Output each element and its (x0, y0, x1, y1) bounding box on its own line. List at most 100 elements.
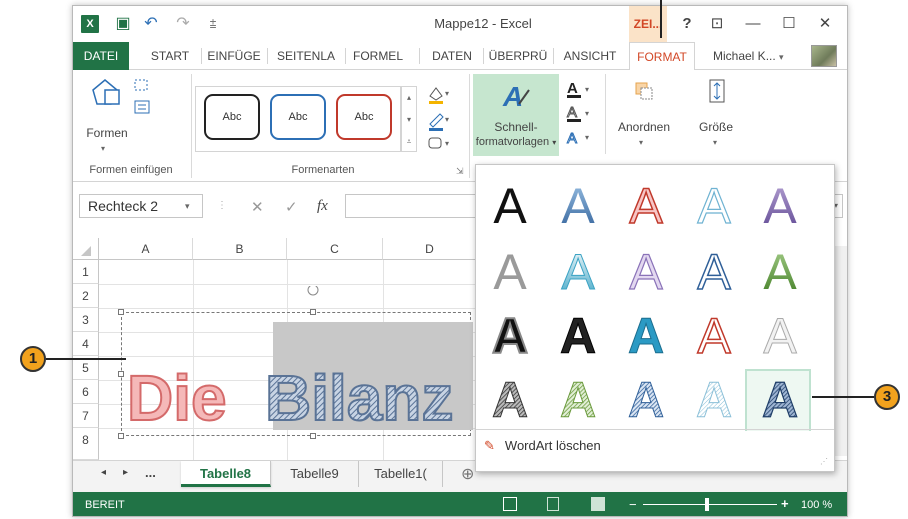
wordart-style-blue-pattern[interactable]: A (627, 372, 664, 429)
clear-wordart-button[interactable]: ✎ WordArt löschen (484, 433, 601, 459)
wordart-style-light-blue-outline[interactable]: A (697, 177, 732, 234)
enter-icon[interactable]: ✓ (285, 198, 298, 216)
maximize-button[interactable]: ☐ (775, 12, 803, 36)
wordart-style-teal-bold[interactable]: A (627, 308, 664, 365)
text-fill-icon[interactable]: A ▾ (565, 80, 595, 100)
text-box-icon[interactable] (133, 100, 151, 114)
wordart-style-teal-gradient[interactable]: A (561, 244, 596, 301)
column-header[interactable]: D (383, 238, 477, 260)
tab-format[interactable]: FORMAT (629, 42, 695, 71)
resize-handle[interactable] (310, 309, 316, 315)
tab-page-layout[interactable]: SEITENLA (269, 42, 343, 70)
redo-icon[interactable]: ↷ (173, 14, 193, 34)
sheet-tab[interactable]: Tabelle9 (271, 461, 359, 487)
row-header[interactable]: 7 (73, 404, 99, 428)
chevron-down-icon[interactable]: ▾ (101, 144, 105, 153)
wordart-style-blue-outline[interactable]: A (697, 243, 733, 301)
text-outline-icon[interactable]: A ▾ (565, 104, 595, 124)
chevron-down-icon[interactable]: ▾ (639, 138, 643, 147)
save-icon[interactable]: ▣ (113, 14, 133, 34)
undo-icon[interactable]: ↶ (141, 14, 161, 34)
tab-view[interactable]: ANSICHT (555, 42, 625, 70)
resize-grip-icon[interactable]: ⋰ (820, 457, 828, 466)
chevron-down-icon[interactable]: ▾ (713, 138, 717, 147)
close-button[interactable]: ✕ (811, 12, 839, 36)
chevron-down-icon[interactable]: ▾ (185, 194, 190, 218)
wordart-style-green-gradient[interactable]: A (763, 244, 797, 300)
shape-style-swatch[interactable]: Abc (204, 94, 260, 140)
cancel-icon[interactable]: ✕ (251, 198, 264, 216)
wordart-style-black-bold-shadow[interactable]: A (491, 307, 529, 365)
customize-qat-icon[interactable]: ⩲ (203, 14, 223, 34)
formula-input[interactable] (345, 194, 475, 218)
size-label[interactable]: Größe (691, 120, 741, 134)
shape-fill-icon[interactable]: ▾ (425, 84, 451, 106)
edit-shape-icon[interactable] (133, 78, 151, 92)
wordart-style-light-pattern[interactable]: A (695, 372, 732, 429)
shapes-button-label[interactable]: Formen (77, 126, 137, 140)
excel-logo-icon[interactable]: X (81, 15, 99, 33)
zoom-slider-thumb[interactable] (705, 498, 709, 511)
wordart-style-red-outline[interactable]: A (697, 307, 733, 365)
tab-data[interactable]: DATEN (423, 42, 481, 70)
wordart-style-navy-pattern-selected[interactable]: A (761, 371, 798, 428)
ribbon-display-button[interactable]: ⊡ (703, 12, 731, 36)
normal-view-icon[interactable] (503, 497, 517, 511)
zoom-in-icon[interactable]: + (781, 496, 789, 511)
tab-review[interactable]: ÜBERPRÜ (485, 42, 551, 70)
tab-insert[interactable]: EINFÜGE (203, 42, 265, 70)
text-effects-icon[interactable]: A ▾ (565, 128, 595, 148)
tab-start[interactable]: START (141, 42, 199, 70)
resize-handle[interactable] (118, 309, 124, 315)
row-header[interactable]: 3 (73, 308, 99, 332)
sheet-tab-active[interactable]: Tabelle8 (181, 461, 271, 487)
wordart-style-gray-light[interactable]: A (763, 308, 798, 365)
column-header[interactable]: C (287, 238, 383, 260)
shape-outline-icon[interactable]: ▾ (425, 110, 451, 132)
column-header[interactable]: B (193, 238, 287, 260)
dialog-launcher-icon[interactable]: ⇲ (456, 166, 464, 177)
minimize-button[interactable]: — (739, 12, 767, 36)
wordart-style-purple-gradient[interactable]: A (763, 178, 797, 234)
row-header[interactable]: 1 (73, 260, 99, 284)
wordart-style-black-bold[interactable]: A (559, 308, 596, 365)
shape-effects-icon[interactable]: ▾ (425, 134, 451, 154)
wordart-style-gray-plain[interactable]: A (493, 244, 527, 300)
row-header[interactable]: 6 (73, 380, 99, 404)
zoom-out-icon[interactable]: − (629, 497, 637, 512)
wordart-style-lavender-outline[interactable]: A (629, 243, 664, 300)
resize-handle[interactable] (118, 433, 124, 439)
page-layout-view-icon[interactable] (547, 497, 559, 511)
shape-style-swatch[interactable]: Abc (336, 94, 392, 140)
tab-formulas[interactable]: FORMEL (347, 42, 409, 70)
user-name[interactable]: Michael K... ▾ (713, 42, 784, 70)
avatar[interactable] (811, 45, 837, 67)
arrange-icon[interactable] (633, 80, 655, 102)
wordart-style-dark-pattern[interactable]: A (491, 372, 528, 429)
add-sheet-button[interactable]: ⊕ (461, 464, 474, 484)
scroll-right-icon[interactable]: ▸ (123, 467, 128, 478)
shape-style-swatch[interactable]: Abc (270, 94, 326, 140)
resize-handle[interactable] (118, 371, 124, 377)
zoom-slider-track[interactable] (643, 504, 777, 505)
shapes-icon[interactable] (89, 76, 123, 110)
wordart-style-red-outline-shadow[interactable]: A (629, 177, 665, 235)
row-header[interactable]: 2 (73, 284, 99, 308)
arrange-label[interactable]: Anordnen (609, 120, 679, 134)
wordart-style-black-plain[interactable]: A (493, 178, 527, 234)
size-icon[interactable] (707, 78, 727, 104)
wordart-text-svg[interactable]: Die Bilanz (117, 286, 477, 446)
page-break-view-icon[interactable] (591, 497, 605, 511)
resize-handle[interactable] (310, 433, 316, 439)
row-header[interactable]: 8 (73, 428, 99, 460)
select-all-corner[interactable] (73, 238, 99, 260)
scroll-left-icon[interactable]: ◂ (101, 467, 106, 478)
zoom-level[interactable]: 100 % (801, 499, 832, 511)
more-sheets-button[interactable]: ... (145, 465, 156, 480)
column-header[interactable]: A (99, 238, 193, 260)
sheet-tab[interactable]: Tabelle1( (359, 461, 443, 487)
help-button[interactable]: ? (673, 12, 701, 36)
rotate-handle-icon[interactable] (307, 286, 319, 296)
insert-function-icon[interactable]: fx (317, 198, 328, 215)
wordart-style-blue-gradient[interactable]: A (561, 178, 595, 234)
